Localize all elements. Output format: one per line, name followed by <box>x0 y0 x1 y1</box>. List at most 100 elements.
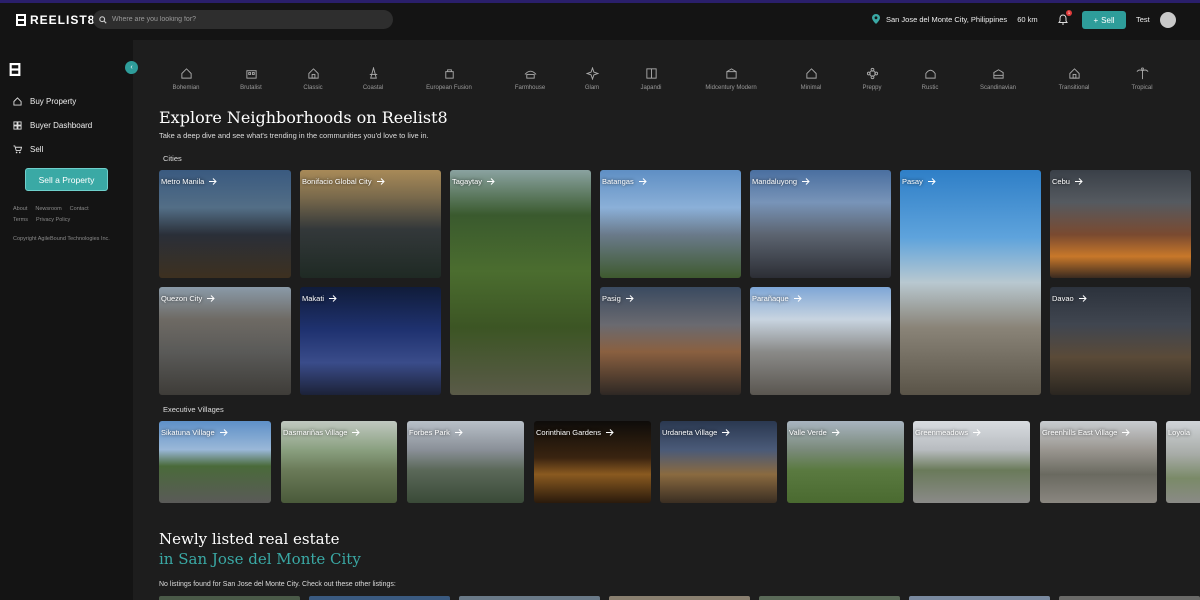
city-name: Pasay <box>902 177 923 186</box>
arrow-right-icon <box>927 178 936 185</box>
style-label: Midcentury Modern <box>705 85 757 91</box>
style-farmhouse[interactable]: Farmhouse <box>495 67 565 91</box>
style-label: Scandinavian <box>979 85 1017 91</box>
city-card-paranaque[interactable]: Parañaque <box>750 287 891 395</box>
location-pin-icon <box>872 14 880 24</box>
arrow-right-icon <box>219 429 228 436</box>
footer-link-about[interactable]: About <box>13 206 27 212</box>
village-card-corinthian-gardens[interactable]: Corinthian Gardens <box>534 421 651 503</box>
village-card-forbes-park[interactable]: Forbes Park <box>407 421 524 503</box>
sidebar-item-label: Buyer Dashboard <box>30 121 93 130</box>
sidebar-logo-icon[interactable] <box>9 63 21 76</box>
village-card-label: Urdaneta Village <box>662 428 731 437</box>
style-midcentury-modern[interactable]: Midcentury Modern <box>696 67 766 91</box>
coastal-icon <box>369 67 377 79</box>
city-card-quezon-city[interactable]: Quezon City <box>159 287 291 395</box>
city-card-davao[interactable]: Davao <box>1050 287 1191 395</box>
city-name: Makati <box>302 294 325 303</box>
listing-thumbnail[interactable] <box>159 596 300 600</box>
collapse-sidebar-button[interactable]: ‹ <box>125 61 138 74</box>
city-card-makati[interactable]: Makati <box>300 287 441 395</box>
style-label: Preppy <box>862 85 882 91</box>
style-european-fusion[interactable]: European Fusion <box>414 67 484 91</box>
arrow-right-icon <box>1074 178 1083 185</box>
classic-icon <box>307 68 319 79</box>
city-card-pasig[interactable]: Pasig <box>600 287 741 395</box>
style-filter-bar: Bohemian Brutalist Classic Coastal Europ… <box>133 67 1200 95</box>
arrow-right-icon <box>329 295 337 302</box>
arrow-right-icon <box>209 178 218 185</box>
city-card-batangas[interactable]: Batangas <box>600 170 741 278</box>
sidebar-item-buy-property[interactable]: Buy Property <box>13 97 76 106</box>
arrow-right-icon <box>802 178 810 185</box>
chevron-left-icon: ‹ <box>130 64 133 71</box>
style-japandi[interactable]: Japandi <box>616 67 686 91</box>
arrow-right-icon <box>487 178 495 185</box>
listing-thumbnail[interactable] <box>309 596 450 600</box>
japandi-icon <box>645 68 657 79</box>
village-card-valle-verde[interactable]: Valle Verde <box>787 421 904 503</box>
listing-thumbnail[interactable] <box>1059 596 1200 600</box>
village-name: Greenmeadows <box>915 428 968 437</box>
sidebar-item-sell[interactable]: Sell <box>13 145 43 154</box>
village-name: Dasmariñas Village <box>283 428 348 437</box>
logo-icon <box>16 14 26 26</box>
top-bar: REELIST8 San Jose del Monte City, Philip… <box>0 3 1200 40</box>
city-card-label: Makati <box>302 294 337 303</box>
listing-thumbnail[interactable] <box>609 596 750 600</box>
city-card-tagaytay[interactable]: Tagaytay <box>450 170 591 395</box>
listing-thumbnail[interactable] <box>459 596 600 600</box>
village-card-label: Forbes Park <box>409 428 463 437</box>
village-card-greenhills-east[interactable]: Greenhills East Village <box>1040 421 1157 503</box>
city-name: Quezon City <box>161 294 203 303</box>
style-tropical[interactable]: Tropical <box>1107 67 1177 91</box>
arrow-right-icon <box>638 178 647 185</box>
city-card-pasay[interactable]: Pasay <box>900 170 1041 395</box>
city-card-metro-manila[interactable]: Metro Manila <box>159 170 291 278</box>
city-card-cebu[interactable]: Cebu <box>1050 170 1191 278</box>
style-coastal[interactable]: Coastal <box>338 67 408 91</box>
footer-link-terms[interactable]: Terms <box>13 217 28 223</box>
sell-button[interactable]: + Sell <box>1082 11 1126 29</box>
arrow-right-icon <box>793 295 802 302</box>
avatar[interactable] <box>1160 12 1176 28</box>
village-card-label: Loyola <box>1168 428 1190 437</box>
glam-icon <box>585 67 599 80</box>
village-card-greenmeadows[interactable]: Greenmeadows <box>913 421 1030 503</box>
sidebar: ‹ Buy Property Buyer Dashboard Sell Sell… <box>0 40 138 600</box>
footer-link-newsroom[interactable]: Newsroom <box>35 206 61 212</box>
style-label: Glam <box>584 85 600 91</box>
sidebar-item-buyer-dashboard[interactable]: Buyer Dashboard <box>13 121 92 130</box>
notifications-button[interactable]: 1 <box>1057 10 1072 25</box>
search-input[interactable] <box>112 16 372 23</box>
style-scandinavian[interactable]: Scandinavian <box>963 67 1033 91</box>
location-selector[interactable]: San Jose del Monte City, Philippines 60 … <box>872 14 1038 24</box>
logo[interactable]: REELIST8 <box>16 13 95 27</box>
listing-thumbnail[interactable] <box>759 596 900 600</box>
style-rustic[interactable]: Rustic <box>895 67 965 91</box>
sell-a-property-button[interactable]: Sell a Property <box>25 168 108 191</box>
user-name[interactable]: Test <box>1136 15 1150 24</box>
village-card-dasmarinas[interactable]: Dasmariñas Village <box>281 421 397 503</box>
style-bohemian[interactable]: Bohemian <box>151 67 221 91</box>
city-card-label: Tagaytay <box>452 177 495 186</box>
city-name: Metro Manila <box>161 177 205 186</box>
footer-link-contact[interactable]: Contact <box>70 206 89 212</box>
home-icon <box>13 97 22 106</box>
style-brutalist[interactable]: Brutalist <box>216 67 286 91</box>
search-icon <box>99 15 107 24</box>
style-minimal[interactable]: Minimal <box>776 67 846 91</box>
listing-thumbnail[interactable] <box>909 596 1050 600</box>
search-bar[interactable] <box>93 10 393 29</box>
city-card-label: Parañaque <box>752 294 802 303</box>
village-card-urdaneta[interactable]: Urdaneta Village <box>660 421 777 503</box>
style-transitional[interactable]: Transitional <box>1039 67 1109 91</box>
arrow-right-icon <box>972 429 981 436</box>
city-card-mandaluyong[interactable]: Mandaluyong <box>750 170 891 278</box>
no-listings-message: No listings found for San Jose del Monte… <box>159 581 396 588</box>
village-card-sikatuna[interactable]: Sikatuna Village <box>159 421 271 503</box>
city-card-bonifacio-global-city[interactable]: Bonifacio Global City <box>300 170 441 278</box>
city-card-label: Metro Manila <box>161 177 218 186</box>
village-card-loyola[interactable]: Loyola <box>1166 421 1200 503</box>
footer-link-privacy[interactable]: Privacy Policy <box>36 217 70 223</box>
